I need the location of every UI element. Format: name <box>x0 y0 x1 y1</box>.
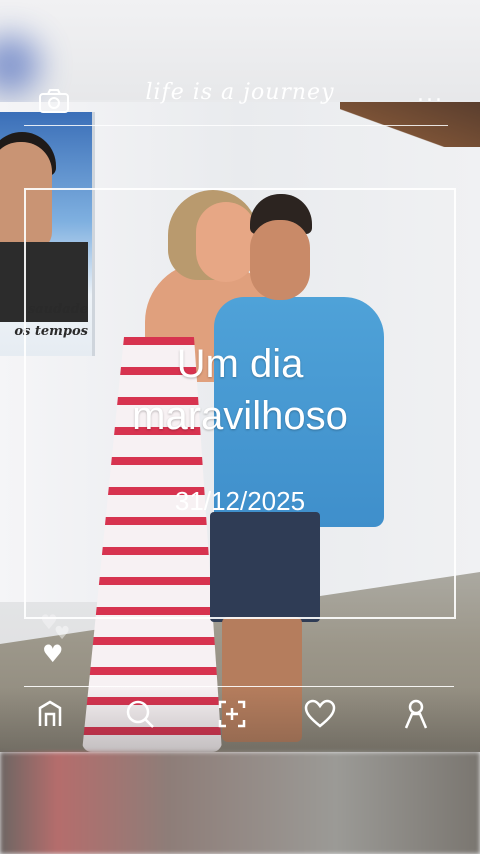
headline: Um dia maravilhoso <box>0 338 480 442</box>
home-icon[interactable] <box>32 696 68 732</box>
floating-hearts: ♥ ♥ ♥ <box>40 610 70 670</box>
heart-icon[interactable]: ♥ <box>42 642 64 666</box>
headline-line2: maravilhoso <box>132 394 348 438</box>
bottom-nav <box>0 696 480 736</box>
nav-divider <box>24 686 454 687</box>
header-divider <box>24 125 448 126</box>
heart-icon[interactable] <box>302 696 338 732</box>
profile-icon[interactable] <box>398 696 434 732</box>
date-label: 31/12/2025 <box>174 486 306 516</box>
headline-line1: Um dia <box>176 342 304 386</box>
bottom-blur-background <box>0 752 480 854</box>
more-dots-icon[interactable]: ... <box>417 82 444 107</box>
add-photo-icon[interactable] <box>214 696 250 732</box>
header-title: life is a journey <box>145 80 335 105</box>
search-icon[interactable] <box>122 696 158 732</box>
